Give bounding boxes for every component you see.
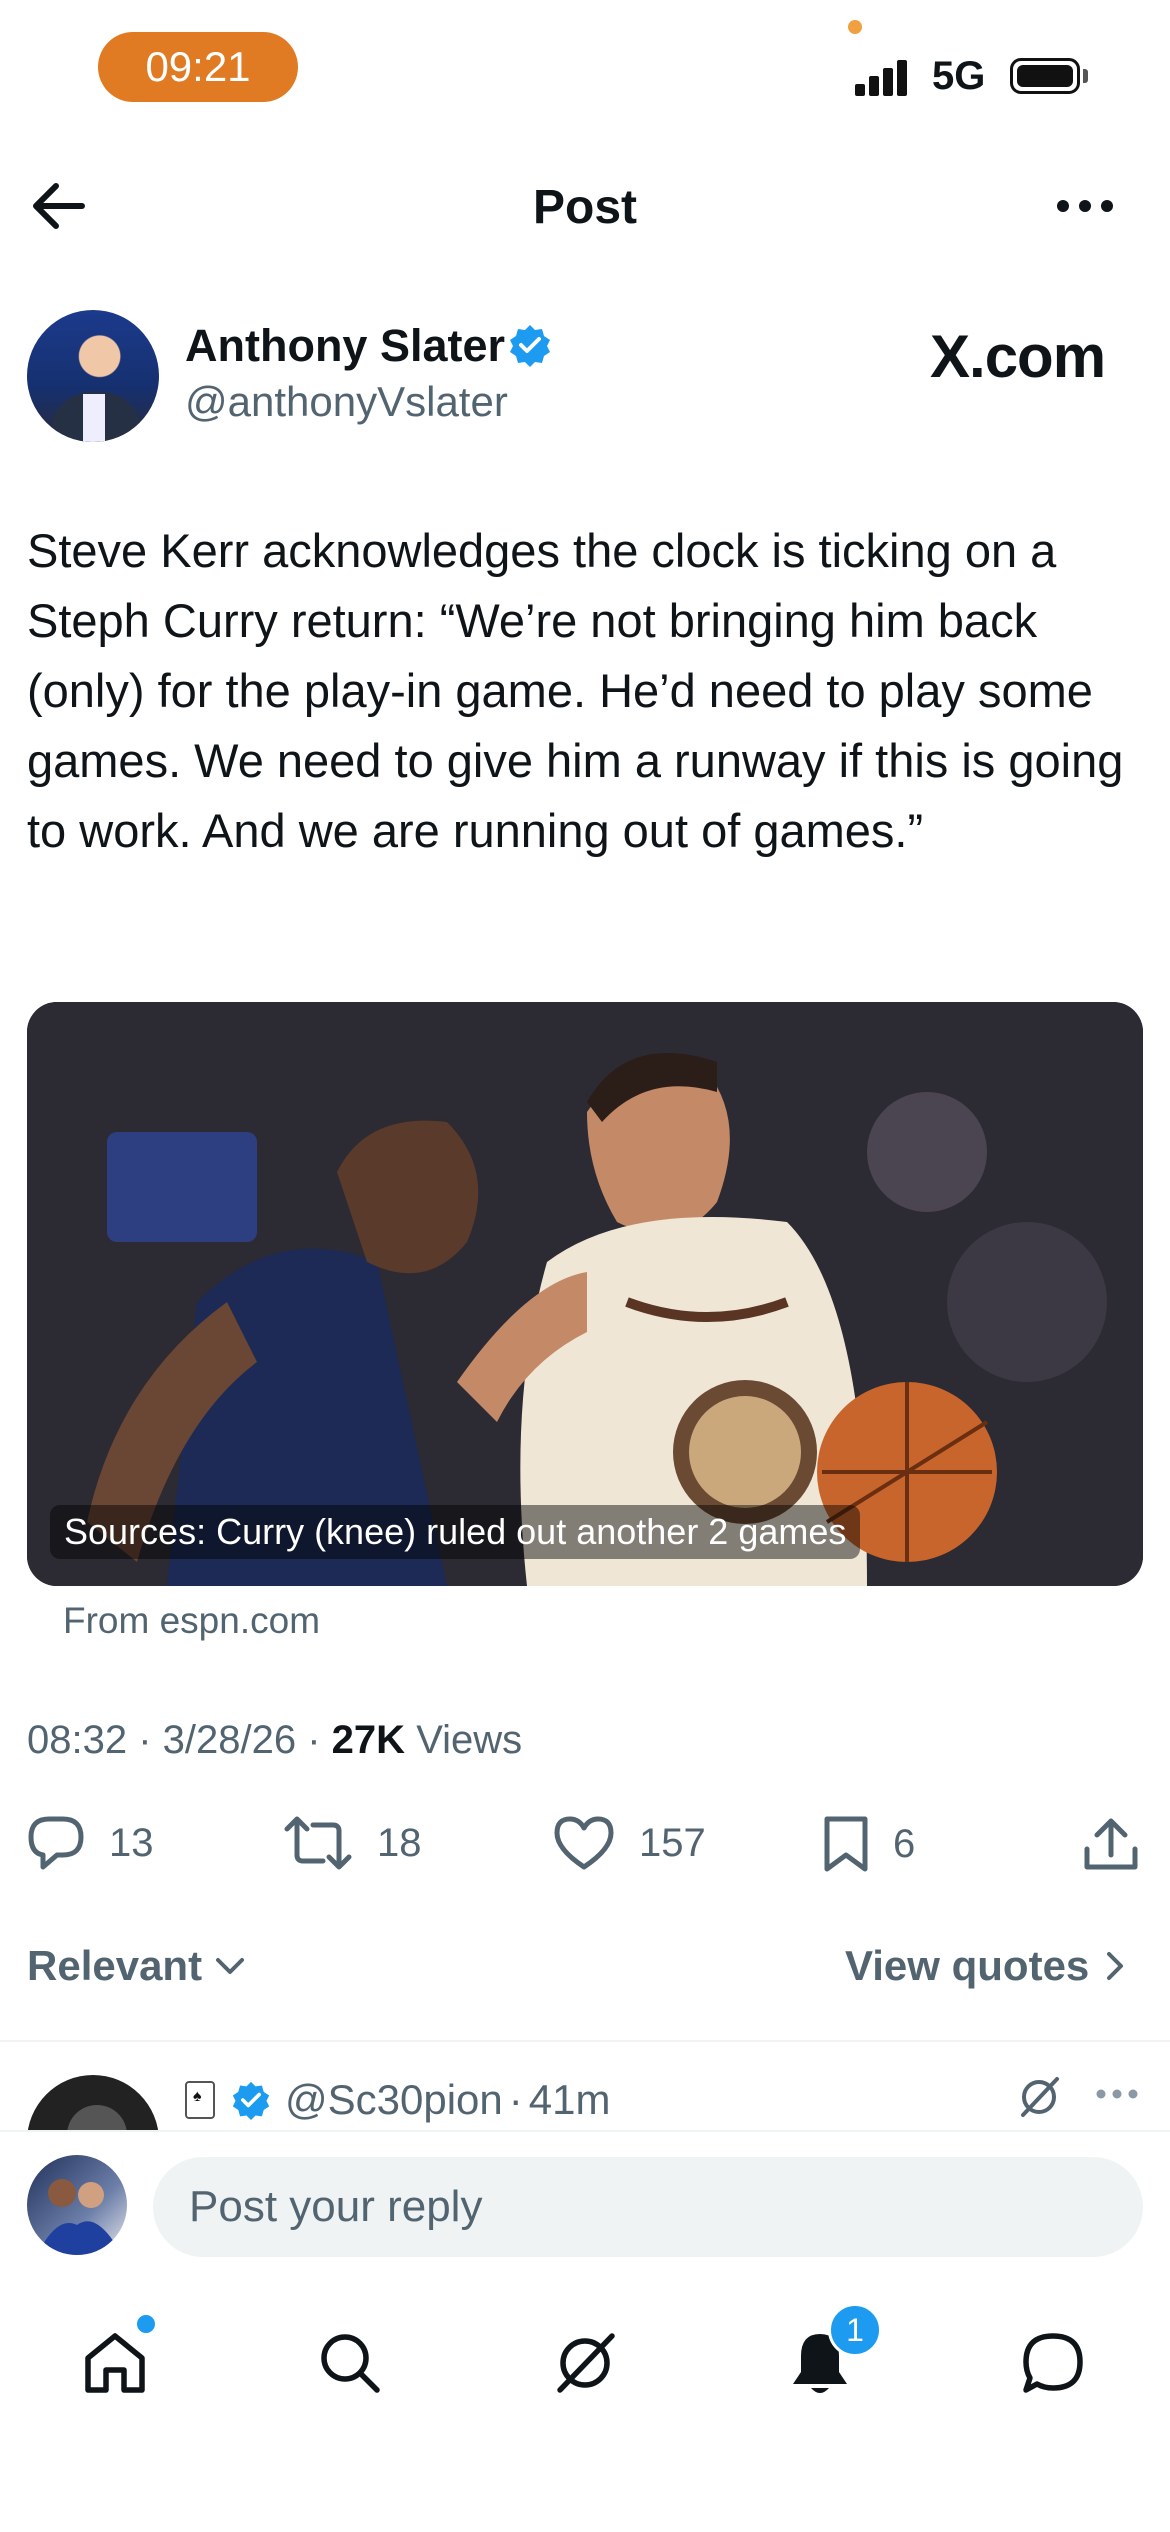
share-icon <box>1084 1818 1138 1870</box>
views-label: Views <box>416 1718 523 1762</box>
more-horizontal-icon[interactable] <box>1055 198 1115 214</box>
network-type: 5G <box>932 54 986 98</box>
share-button[interactable] <box>1083 1815 1163 1873</box>
verified-badge-icon <box>510 325 550 367</box>
reply-header[interactable]: @Sc30pion · 41m <box>185 2076 610 2124</box>
bookmark-button[interactable]: 6 <box>823 1815 915 1873</box>
grok-icon[interactable] <box>1015 2073 1063 2121</box>
basketball-photo <box>27 1002 1143 1586</box>
chevron-right-icon <box>1107 1952 1124 1980</box>
sort-replies-dropdown[interactable]: Relevant <box>27 1942 248 1990</box>
reply-input[interactable] <box>153 2157 1143 2257</box>
status-time: 09:21 <box>98 32 298 102</box>
verified-badge-icon <box>232 2081 270 2120</box>
nav-search[interactable] <box>305 2318 395 2408</box>
reply-button[interactable]: 13 <box>27 1815 154 1871</box>
divider <box>0 2040 1170 2042</box>
reply-separator: · <box>508 2076 523 2123</box>
view-quotes-label: View quotes <box>845 1942 1090 1989</box>
bookmark-count: 6 <box>893 1821 916 1866</box>
reply-icon <box>28 1816 84 1870</box>
reply-time: 41m <box>528 2076 611 2123</box>
grok-icon <box>557 2333 615 2393</box>
like-count: 157 <box>639 1820 706 1865</box>
nav-grok[interactable] <box>540 2318 630 2408</box>
author-handle[interactable]: @anthonyVslater <box>185 378 508 426</box>
link-card-source[interactable]: From espn.com <box>63 1600 320 1642</box>
page-title: Post <box>532 181 637 234</box>
battery-tip <box>1083 69 1088 83</box>
sort-label: Relevant <box>27 1942 203 1989</box>
notification-badge: 1 <box>828 2303 882 2357</box>
nav-messages[interactable] <box>1008 2318 1098 2408</box>
search-icon <box>321 2334 380 2393</box>
repost-count: 18 <box>377 1820 422 1865</box>
reply-more-icon[interactable] <box>1095 2088 1139 2100</box>
repost-button[interactable]: 18 <box>283 1815 422 1871</box>
bookmark-icon <box>824 1816 868 1872</box>
privacy-indicator-dot <box>848 20 862 34</box>
tweet-text: Steve Kerr acknowledges the clock is tic… <box>27 524 1137 857</box>
author-name[interactable]: Anthony Slater <box>185 320 505 372</box>
tweet-time: 08:32 <box>27 1718 128 1762</box>
view-quotes-link[interactable]: View quotes <box>845 1942 1131 1990</box>
repost-icon <box>284 1816 352 1870</box>
playing-card-icon <box>185 2081 215 2119</box>
like-button[interactable]: 157 <box>553 1815 706 1871</box>
reply-handle: @Sc30pion <box>285 2076 503 2123</box>
reply-count: 13 <box>109 1820 154 1865</box>
chevron-down-icon <box>216 1958 245 1974</box>
current-user-avatar[interactable] <box>27 2155 127 2255</box>
source-label: X.com <box>930 323 1106 390</box>
link-card-caption: Sources: Curry (knee) ruled out another … <box>50 1505 861 1559</box>
cellular-signal-icon <box>855 60 907 96</box>
divider <box>0 2130 1170 2132</box>
tweet-date: 3/28/26 <box>162 1718 297 1762</box>
home-unread-dot <box>134 2312 158 2336</box>
heart-icon <box>554 1816 614 1870</box>
author-avatar[interactable] <box>27 310 159 442</box>
views-count: 27K <box>331 1718 406 1762</box>
chat-bubble-icon <box>1023 2333 1083 2393</box>
battery-icon <box>1010 58 1080 94</box>
link-card-image[interactable] <box>27 1002 1143 1586</box>
tweet-meta: 08:32 · 3/28/26 · 27K Views <box>27 1718 523 1762</box>
home-icon <box>85 2333 145 2393</box>
